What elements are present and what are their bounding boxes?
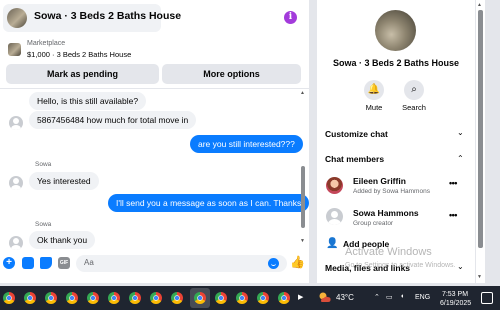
message-bubble: Ok thank you [29,231,96,249]
add-people-icon[interactable]: 👤 [326,238,338,249]
weather-icon[interactable] [318,291,332,303]
chrome-icon[interactable] [87,292,99,304]
screen: Sowa · 3 Beds 2 Baths House i Marketplac… [0,0,500,310]
scroll-down-arrow-icon[interactable]: ▼ [300,238,305,244]
marketplace-label: Marketplace [27,40,66,47]
message-input-placeholder: Aa [84,258,94,267]
sticker-icon[interactable] [40,257,52,269]
plus-icon[interactable]: + [3,257,15,269]
chrome-icon[interactable] [3,292,15,304]
chrome-icon[interactable] [215,292,227,304]
more-options-button[interactable]: More options [162,64,301,84]
sender-name: Sowa [35,161,52,168]
member-more-icon[interactable]: ••• [449,178,457,188]
taskbar-overflow-arrow-icon[interactable]: ▶ [298,293,303,301]
member-subtitle: Added by Sowa Hammons [353,188,430,195]
conversation-title: Sowa · 3 Beds 2 Baths House [34,10,182,22]
volume-icon[interactable]: ◖ [400,293,404,300]
message-bubble: are you still interested??? [190,135,303,153]
sender-name: Sowa [35,221,52,228]
member-subtitle: Group creator [353,220,394,227]
chrome-icon[interactable] [171,292,183,304]
member-avatar [326,177,343,194]
member-more-icon[interactable]: ••• [449,210,457,220]
search-label: Search [402,103,426,112]
search-icon[interactable]: ⌕ [404,80,424,100]
details-title: Sowa · 3 Beds 2 Baths House [332,58,460,68]
chrome-icon[interactable] [24,292,36,304]
scroll-up-arrow-icon[interactable]: ▲ [477,2,482,8]
chrome-icon[interactable] [194,292,206,304]
thumbs-up-icon[interactable]: 👍 [290,255,305,269]
message-bubble: I'll send you a message as soon as I can… [108,194,309,212]
temperature[interactable]: 43°C [336,293,354,302]
chrome-icon[interactable] [129,292,141,304]
mute-label: Mute [365,103,383,112]
listing-small-thumbnail [8,43,21,56]
avatar [9,236,23,250]
chrome-icon[interactable] [257,292,269,304]
message-input[interactable]: Aa [76,255,287,272]
photo-icon[interactable] [22,257,34,269]
customize-chat-section[interactable]: Customize chat [325,129,388,139]
avatar [9,176,23,190]
chat-members-section[interactable]: Chat members [325,154,384,164]
page-scrollbar[interactable] [478,10,483,248]
clock-date: 6/19/2025 [440,300,472,307]
member-name[interactable]: Eileen Griffin [353,176,406,186]
marketplace-listing[interactable]: Marketplace $1,000 · 3 Beds 2 Baths Hous… [0,38,309,64]
activate-windows-watermark: Activate Windows [345,246,432,258]
chevron-up-icon[interactable]: ⌃ [457,154,464,163]
info-icon[interactable]: i [284,11,297,24]
mark-as-pending-button[interactable]: Mark as pending [6,64,159,84]
conversation-panel: Sowa · 3 Beds 2 Baths House i Marketplac… [0,0,309,283]
message-bubble: Hello, is this still available? [29,92,147,110]
scroll-up-arrow-icon[interactable]: ▲ [300,90,305,96]
network-icon[interactable]: ▭ [386,293,393,301]
chrome-icon[interactable] [150,292,162,304]
avatar [9,116,23,130]
conversation-scrollbar[interactable] [301,166,305,228]
clock[interactable]: 7:53 PM 6/19/2025 [440,290,472,308]
notification-icon[interactable] [481,292,493,304]
message-bubble: Yes interested [29,172,99,190]
chrome-icon[interactable] [45,292,57,304]
listing-thumbnail [7,8,27,28]
conversation-header: Sowa · 3 Beds 2 Baths House i [0,0,309,36]
chrome-icon[interactable] [108,292,120,304]
listing-photo [375,10,416,51]
activate-windows-subtext: Go to Settings to activate Windows. [345,262,456,269]
bell-icon[interactable]: 🔔 [364,80,384,100]
chrome-icon[interactable] [278,292,290,304]
message-bubble: 5867456484 how much for total move in [29,111,197,129]
message-composer: + GIF Aa 👍 [0,251,309,275]
gif-icon[interactable]: GIF [58,257,70,269]
chevron-down-icon[interactable]: ⌄ [457,262,464,271]
details-panel: Sowa · 3 Beds 2 Baths House 🔔 Mute ⌕ Sea… [317,0,475,283]
chevron-down-icon[interactable]: ⌄ [457,128,464,137]
tray-overflow-icon[interactable]: ⌃ [374,293,380,301]
listing-price: $1,000 · 3 Beds 2 Baths House [27,50,132,59]
member-avatar [326,208,343,225]
divider [0,88,309,89]
scroll-down-arrow-icon[interactable]: ▼ [477,274,482,280]
chrome-icon[interactable] [66,292,78,304]
emoji-icon[interactable] [268,258,279,269]
language-indicator[interactable]: ENG [415,294,430,301]
chrome-icon[interactable] [236,292,248,304]
clock-time: 7:53 PM [441,291,469,298]
member-name[interactable]: Sowa Hammons [353,208,419,218]
